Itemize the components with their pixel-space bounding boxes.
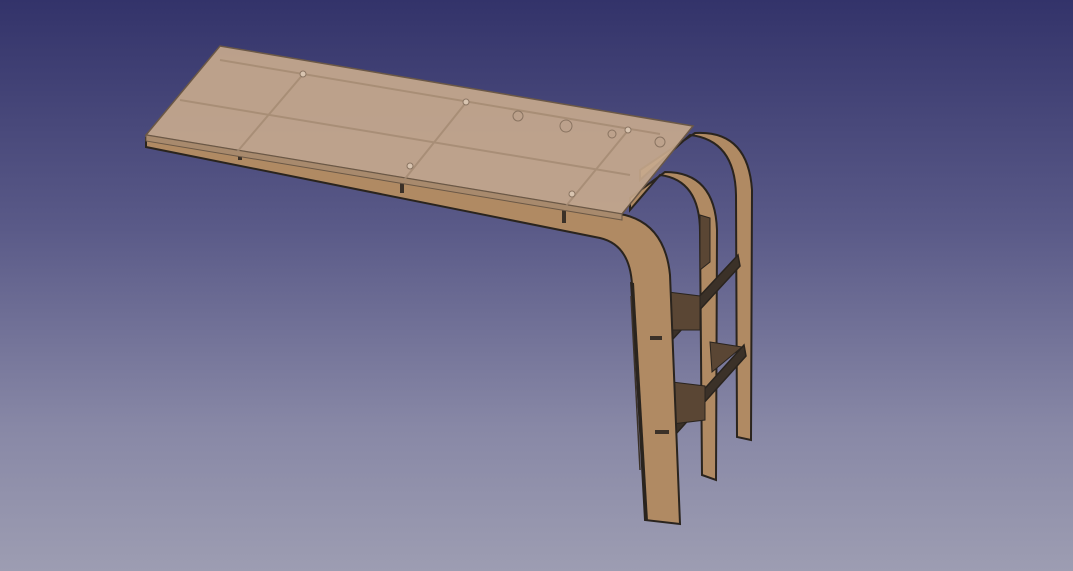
divider-upper <box>699 214 711 272</box>
slot-3 <box>562 210 566 223</box>
3d-viewport[interactable] <box>0 0 1073 571</box>
shelf-board-2-face <box>671 381 706 425</box>
shelf-model[interactable] <box>0 0 1073 571</box>
slot-4 <box>650 336 662 340</box>
slot-5 <box>655 430 669 434</box>
